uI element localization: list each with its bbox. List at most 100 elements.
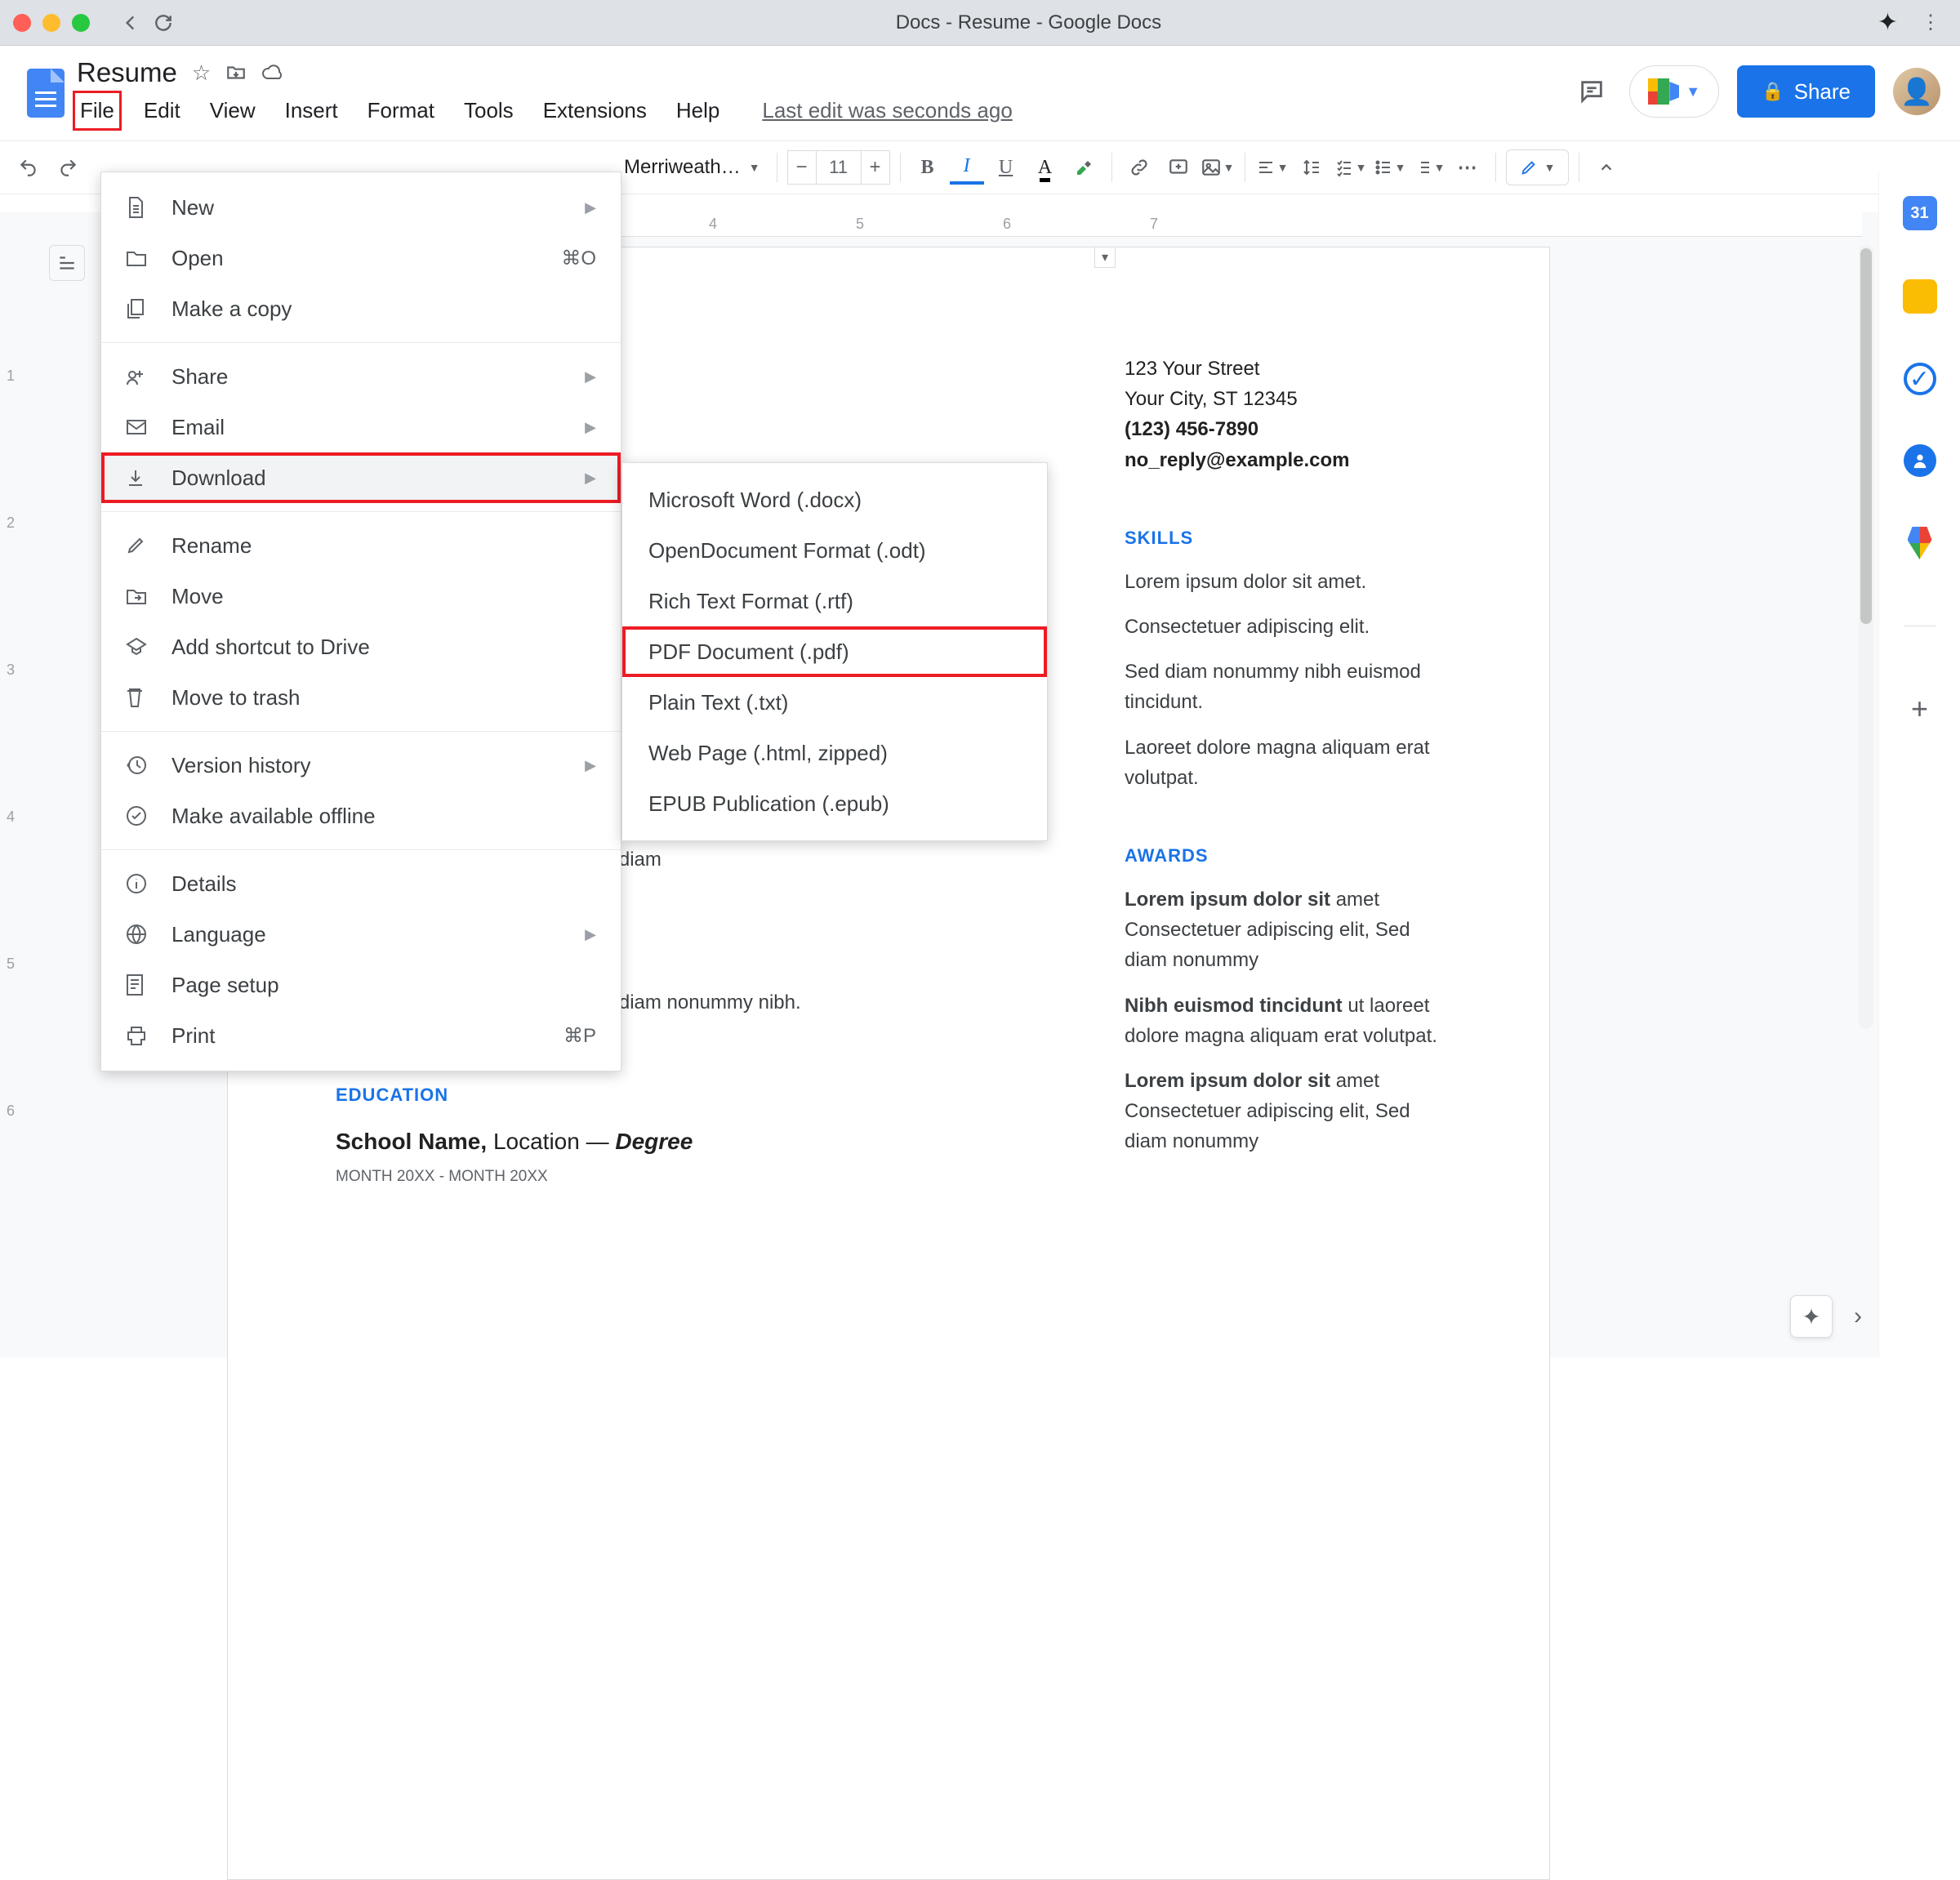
numbered-list-button[interactable]: ▼ [1412,150,1446,185]
close-window-button[interactable] [13,14,31,32]
download-pdf[interactable]: PDF Document (.pdf) [622,626,1047,677]
menu-file[interactable]: File [77,95,118,127]
account-avatar[interactable]: 👤 [1893,68,1940,115]
file-share[interactable]: Share ▶ [101,351,621,402]
file-rename[interactable]: Rename [101,520,621,571]
file-page-setup[interactable]: Page setup [101,960,621,1010]
file-offline[interactable]: Make available offline [101,791,621,841]
download-txt[interactable]: Plain Text (.txt) [622,677,1047,728]
insert-link-button[interactable] [1122,150,1156,185]
file-trash[interactable]: Move to trash [101,672,621,723]
file-download[interactable]: Download ▶ [101,452,621,503]
insert-image-button[interactable]: ▼ [1200,150,1235,185]
menu-extensions[interactable]: Extensions [540,95,650,127]
outline-toggle-button[interactable] [49,245,85,281]
separator [1111,153,1112,182]
move-to-folder-icon[interactable] [225,62,247,83]
scrollbar-vertical[interactable] [1859,245,1873,1029]
contacts-icon[interactable] [1904,444,1936,477]
document-title[interactable]: Resume [77,57,177,88]
underline-button[interactable]: U [989,150,1023,185]
chrome-kebab-icon[interactable]: ⋮ [1914,7,1947,39]
maps-icon[interactable] [1903,526,1937,560]
ruler-tick: 4 [709,216,717,233]
scrollbar-thumb[interactable] [1860,248,1872,624]
font-size-increase[interactable]: + [861,150,890,185]
file-new[interactable]: New ▶ [101,182,621,233]
tasks-icon[interactable]: ✓ [1904,363,1936,395]
ruler-tick: 5 [856,216,864,233]
file-language[interactable]: Language ▶ [101,909,621,960]
comment-history-button[interactable] [1572,72,1611,111]
add-comment-button[interactable] [1161,150,1196,185]
submenu-arrow-icon: ▶ [585,419,596,436]
download-html[interactable]: Web Page (.html, zipped) [622,728,1047,778]
keep-icon[interactable] [1903,279,1937,314]
trash-icon [126,687,150,708]
bold-button[interactable]: B [911,150,945,185]
hide-side-panel-button[interactable]: › [1854,1303,1862,1330]
collapse-toolbar-button[interactable] [1589,150,1624,185]
file-email[interactable]: Email ▶ [101,402,621,452]
file-print[interactable]: Print ⌘P [101,1010,621,1061]
highlight-button[interactable] [1067,150,1102,185]
menu-tools[interactable]: Tools [461,95,517,127]
redo-button[interactable] [51,150,85,185]
extensions-icon[interactable]: ✦ [1878,8,1898,37]
bulleted-list-button[interactable]: ▼ [1373,150,1407,185]
menu-insert[interactable]: Insert [282,95,341,127]
menu-format[interactable]: Format [364,95,438,127]
star-icon[interactable]: ☆ [192,60,211,86]
history-icon [126,755,150,776]
expand-margin-button[interactable]: ▾ [1094,247,1116,268]
share-button[interactable]: 🔒 Share [1737,65,1875,118]
text-color-button[interactable]: A [1028,150,1062,185]
file-open[interactable]: Open ⌘O [101,233,621,283]
font-family-value: Merriweath… [624,156,741,179]
lock-icon: 🔒 [1762,81,1784,102]
file-add-shortcut[interactable]: Add shortcut to Drive [101,621,621,672]
italic-button[interactable]: I [950,150,984,185]
add-addon-button[interactable]: + [1911,692,1928,726]
docs-logo[interactable] [20,57,72,129]
ruler-vertical[interactable]: 1 2 3 4 5 6 [0,237,26,1357]
move-icon [126,587,150,605]
submenu-arrow-icon: ▶ [585,368,596,385]
align-button[interactable]: ▼ [1255,150,1290,185]
skills-heading: Skills [1125,524,1451,552]
explore-button[interactable]: ✦ [1790,1295,1833,1338]
minimize-window-button[interactable] [42,14,60,32]
submenu-arrow-icon: ▶ [585,926,596,943]
menu-label: Move to trash [172,685,596,711]
file-details[interactable]: Details [101,858,621,909]
maximize-window-button[interactable] [72,14,90,32]
menu-edit[interactable]: Edit [140,95,184,127]
menu-view[interactable]: View [207,95,259,127]
download-rtf[interactable]: Rich Text Format (.rtf) [622,576,1047,626]
menu-label: New [172,195,564,221]
more-button[interactable]: ⋯ [1451,150,1486,185]
last-edit-link[interactable]: Last edit was seconds ago [762,98,1012,123]
download-epub[interactable]: EPUB Publication (.epub) [622,778,1047,829]
rename-icon [126,536,150,555]
file-make-copy[interactable]: Make a copy [101,283,621,334]
menu-help[interactable]: Help [673,95,723,127]
menu-separator [101,511,621,512]
file-move[interactable]: Move [101,571,621,621]
editing-mode-button[interactable]: ▼ [1506,149,1570,185]
back-button[interactable] [114,7,147,39]
meet-button[interactable]: ▼ [1629,65,1719,118]
cloud-status-icon[interactable] [261,64,286,82]
download-docx[interactable]: Microsoft Word (.docx) [622,474,1047,525]
checklist-button[interactable]: ▼ [1334,150,1368,185]
reload-button[interactable] [147,7,180,39]
line-spacing-button[interactable] [1294,150,1329,185]
font-family-select[interactable]: Merriweath… ▼ [617,156,767,179]
download-odt[interactable]: OpenDocument Format (.odt) [622,525,1047,576]
paragraph: Consectetuer adipiscing elit. [1125,612,1451,642]
font-size-input[interactable]: 11 [817,150,861,185]
undo-button[interactable] [11,150,46,185]
calendar-icon[interactable]: 31 [1903,196,1937,230]
file-version-history[interactable]: Version history ▶ [101,740,621,791]
font-size-decrease[interactable]: − [787,150,817,185]
